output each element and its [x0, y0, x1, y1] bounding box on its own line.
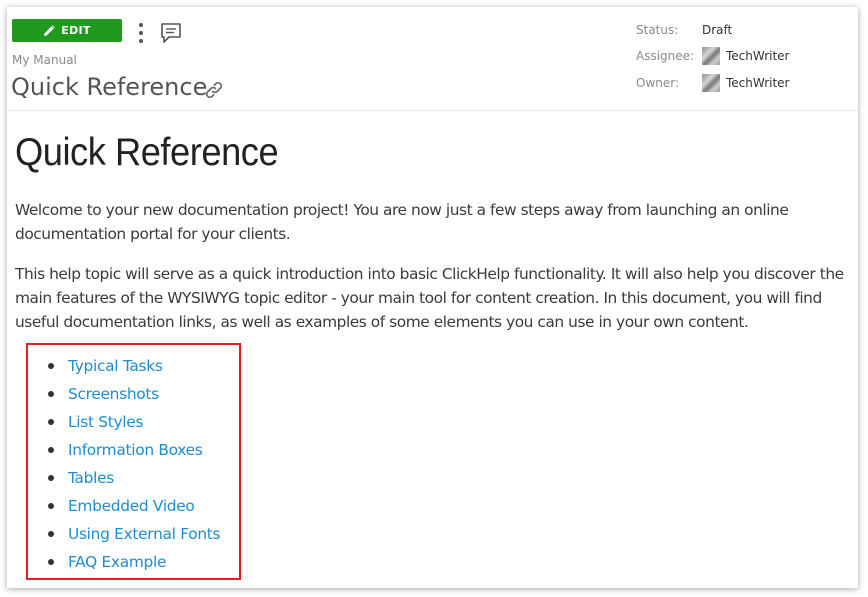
toc-link-external-fonts[interactable]: Using External Fonts	[68, 525, 221, 543]
status-row: Status: Draft	[636, 23, 732, 37]
owner-label: Owner:	[636, 76, 680, 90]
list-item: Embedded Video	[48, 492, 220, 520]
assignee-label: Assignee:	[636, 49, 695, 63]
list-item: List Styles	[48, 408, 220, 436]
topic-window: EDIT My Manual Quick Reference Status: D…	[7, 7, 858, 588]
toc-list: Typical Tasks Screenshots List Styles In…	[48, 352, 221, 576]
link-icon[interactable]	[203, 79, 225, 101]
overview-paragraph: This help topic will serve as a quick in…	[15, 262, 858, 334]
bullet-icon	[48, 391, 54, 397]
toc-link-screenshots[interactable]: Screenshots	[68, 385, 159, 403]
paragraph-line: Welcome to your new documentation projec…	[15, 201, 789, 219]
list-item: Tables	[48, 464, 220, 492]
breadcrumb[interactable]: My Manual	[12, 53, 77, 67]
bullet-icon	[48, 559, 54, 565]
edit-button[interactable]: EDIT	[12, 19, 122, 42]
more-vertical-icon[interactable]	[136, 23, 146, 43]
toc-highlight-box: Typical Tasks Screenshots List Styles In…	[26, 343, 241, 580]
comment-icon[interactable]	[159, 21, 183, 45]
toc-link-list-styles[interactable]: List Styles	[68, 413, 143, 431]
avatar	[702, 47, 720, 65]
list-item: Using External Fonts	[48, 520, 221, 548]
list-item: Information Boxes	[48, 436, 220, 464]
status-label: Status:	[636, 23, 679, 37]
paragraph-line: This help topic will serve as a quick in…	[15, 265, 844, 283]
content-heading: Quick Reference	[15, 131, 279, 174]
bullet-icon	[48, 419, 54, 425]
pencil-icon	[44, 24, 56, 36]
paragraph-line: useful documentation links, as well as e…	[15, 313, 749, 331]
toc-link-embedded-video[interactable]: Embedded Video	[68, 497, 195, 515]
assignee-value[interactable]: TechWriter	[726, 49, 790, 63]
list-item: FAQ Example	[48, 548, 220, 576]
toc-link-faq-example[interactable]: FAQ Example	[68, 553, 166, 571]
page-title: Quick Reference	[11, 73, 208, 101]
bullet-icon	[48, 531, 54, 537]
owner-row: Owner: TechWriter	[636, 74, 790, 92]
list-item: Typical Tasks	[48, 352, 220, 380]
avatar	[702, 74, 720, 92]
intro-paragraph: Welcome to your new documentation projec…	[15, 198, 858, 246]
toc-link-typical-tasks[interactable]: Typical Tasks	[68, 357, 163, 375]
status-value[interactable]: Draft	[702, 23, 732, 37]
topic-header: EDIT My Manual Quick Reference Status: D…	[7, 7, 858, 111]
assignee-row: Assignee: TechWriter	[636, 47, 790, 65]
bullet-icon	[48, 363, 54, 369]
edit-button-label: EDIT	[61, 24, 91, 37]
list-item: Screenshots	[48, 380, 220, 408]
toc-link-information-boxes[interactable]: Information Boxes	[68, 441, 203, 459]
toc-link-tables[interactable]: Tables	[68, 469, 114, 487]
paragraph-line: documentation portal for your clients.	[15, 225, 291, 243]
bullet-icon	[48, 503, 54, 509]
bullet-icon	[48, 447, 54, 453]
owner-value[interactable]: TechWriter	[726, 76, 790, 90]
paragraph-line: main features of the WYSIWYG topic edito…	[15, 289, 822, 307]
bullet-icon	[48, 475, 54, 481]
